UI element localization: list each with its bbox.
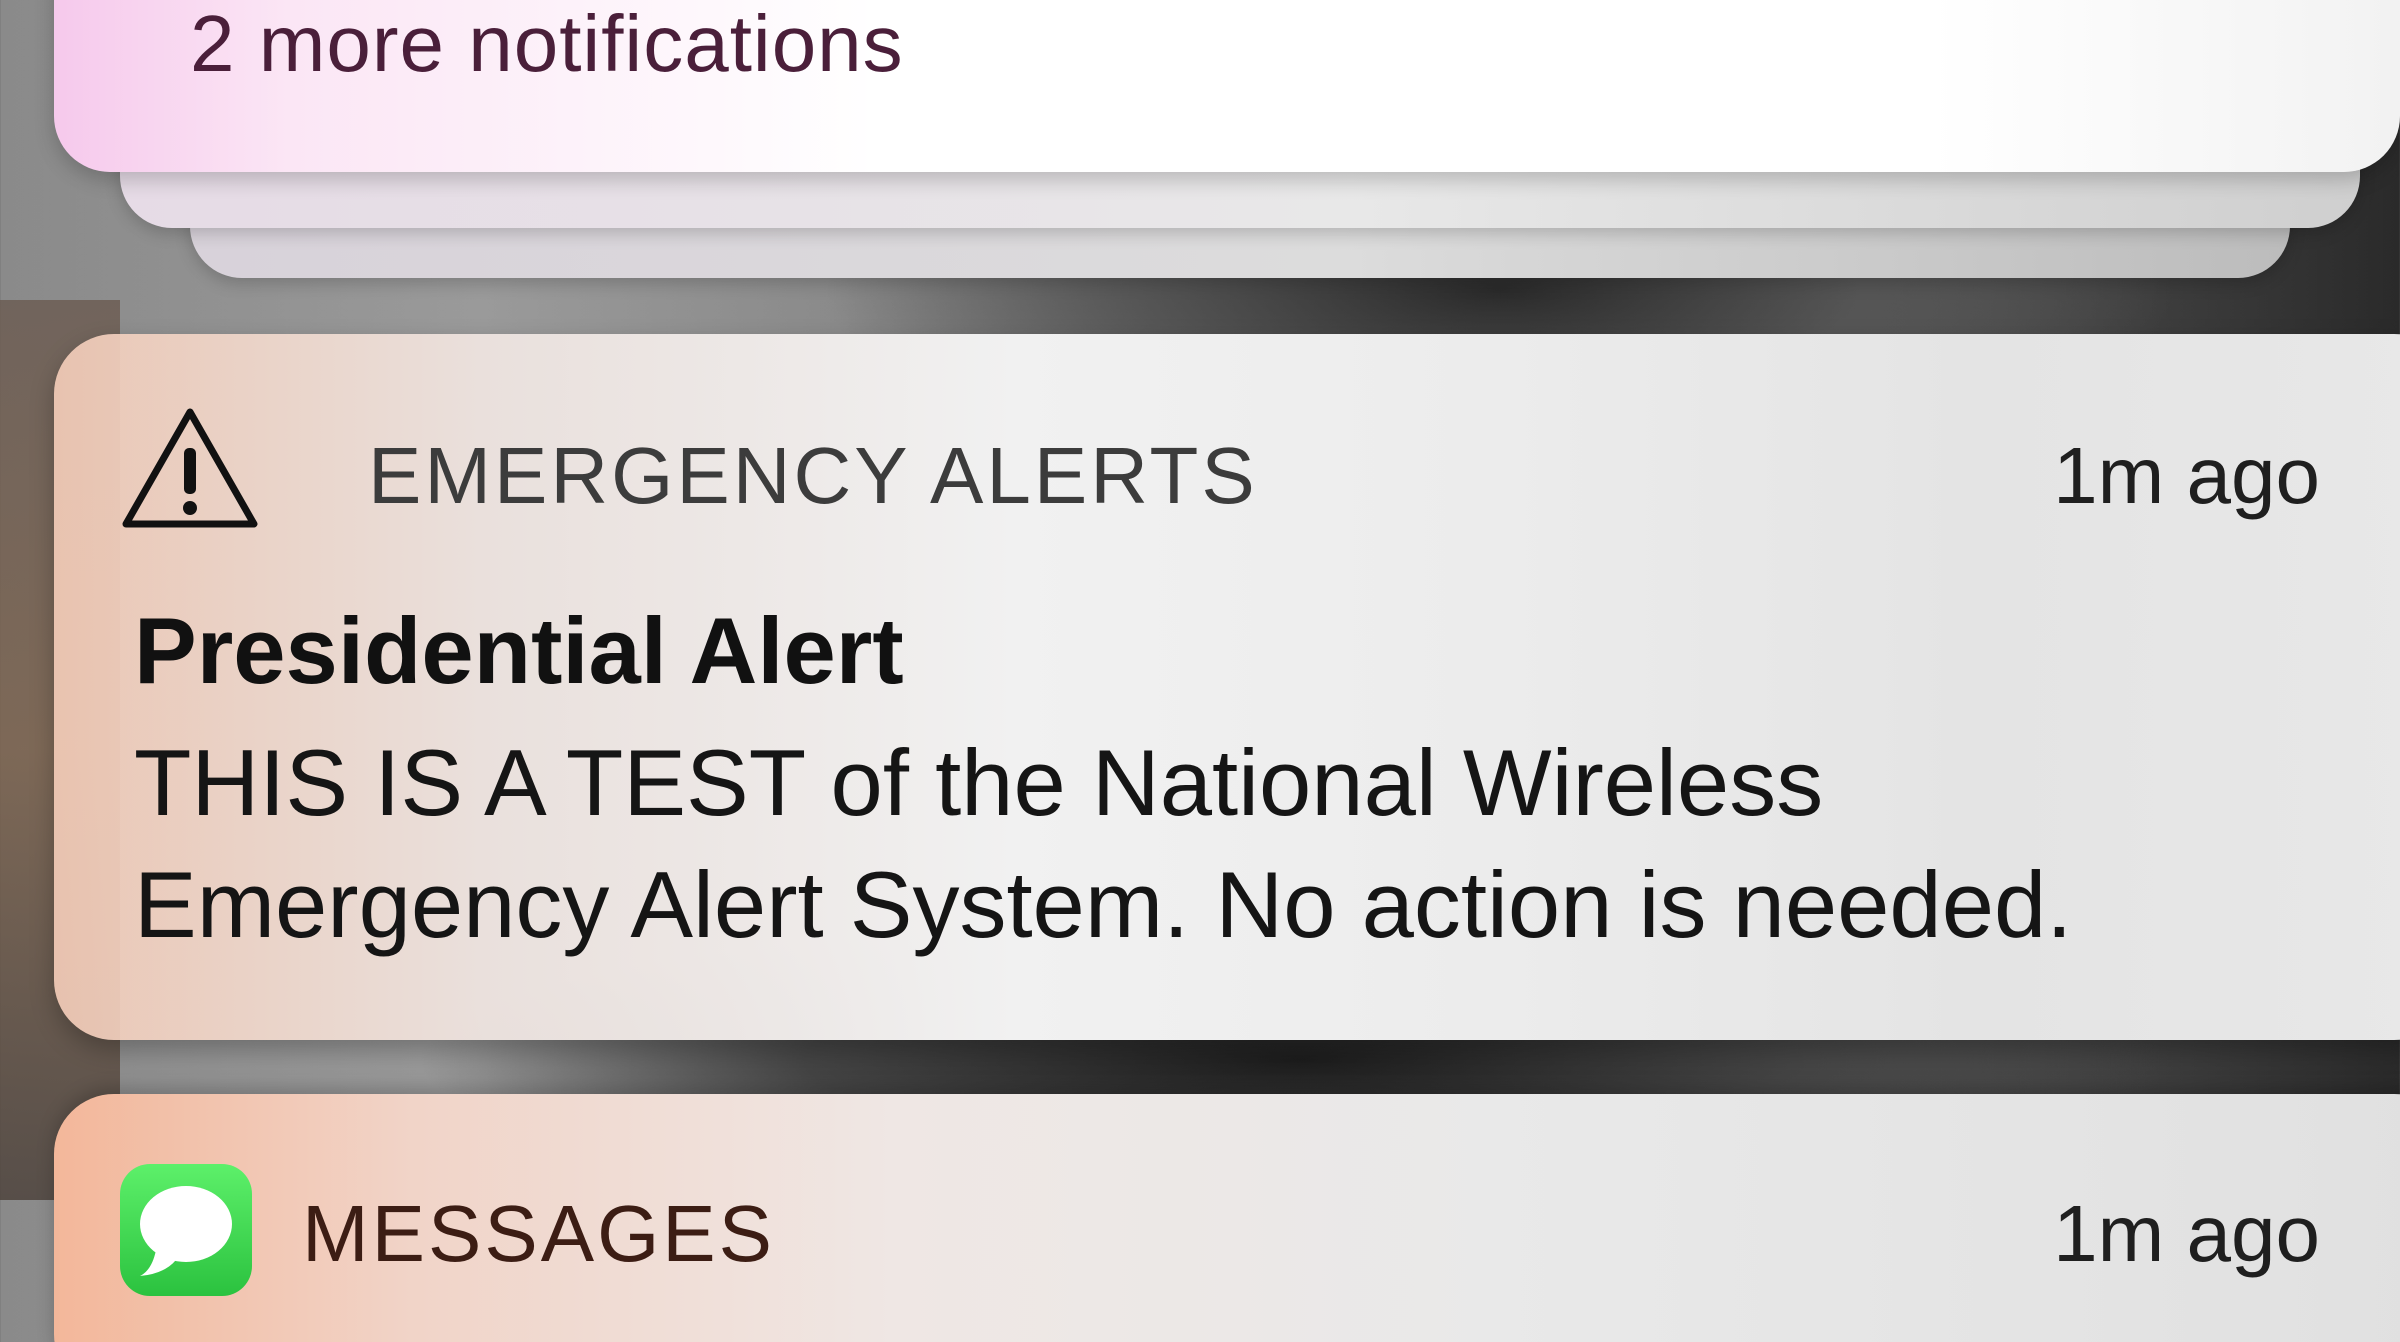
notification-body-line: Emergency Alert System. No action is nee…: [134, 852, 2073, 957]
notification-body: THIS IS A TEST of the National Wireless …: [134, 722, 2334, 966]
messages-bubble-icon: [120, 1164, 252, 1296]
app-name-label: MESSAGES: [302, 1189, 776, 1278]
notification-group-card[interactable]: 2 more notifications: [54, 0, 2400, 172]
messages-notification[interactable]: MESSAGES 1m ago: [54, 1094, 2400, 1342]
timestamp-label: 1m ago: [2053, 431, 2320, 520]
timestamp-label: 1m ago: [2053, 1189, 2320, 1278]
more-notifications-label: 2 more notifications: [190, 0, 904, 88]
emergency-alert-notification[interactable]: EMERGENCY ALERTS 1m ago Presidential Ale…: [54, 334, 2400, 1040]
notification-body-line: THIS IS A TEST of the National Wireless: [134, 730, 1824, 835]
app-name-label: EMERGENCY ALERTS: [368, 431, 1258, 520]
warning-triangle-icon: [120, 406, 260, 530]
notification-header: EMERGENCY ALERTS 1m ago: [120, 406, 2400, 536]
notification-title: Presidential Alert: [134, 598, 904, 703]
